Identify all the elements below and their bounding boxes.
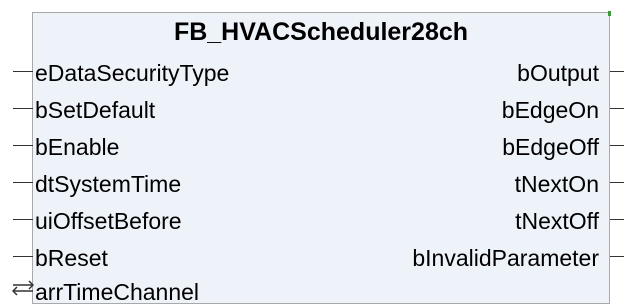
- input-pin-label: bEnable: [35, 134, 120, 160]
- input-pin-line: [13, 256, 33, 257]
- input-pin-line: [13, 145, 33, 146]
- input-pin-label: bReset: [35, 245, 108, 271]
- output-pin-label: bInvalidParameter: [412, 245, 599, 271]
- block-title: FB_HVACScheduler28ch: [173, 18, 469, 46]
- output-pin-label: bEdgeOn: [501, 97, 599, 123]
- output-pin-label: tNextOn: [514, 171, 599, 197]
- input-pin-line: [13, 108, 33, 109]
- output-pin-line: [610, 219, 624, 220]
- input-pin-label: dtSystemTime: [35, 171, 182, 197]
- output-pin-label: bEdgeOff: [502, 134, 599, 160]
- input-pin-label: eDataSecurityType: [35, 60, 230, 86]
- output-pin-line: [610, 145, 624, 146]
- bidirectional-arrow-icon: [12, 280, 34, 296]
- output-pin-line: [610, 182, 624, 183]
- output-pin-line: [610, 256, 624, 257]
- function-block: FB_HVACScheduler28ch eDataSecurityType b…: [32, 11, 611, 305]
- output-pin-label: tNextOff: [515, 208, 599, 234]
- input-pin-label: bSetDefault: [35, 97, 156, 123]
- output-pin-line: [610, 108, 624, 109]
- input-pin-label: uiOffsetBefore: [35, 208, 182, 234]
- output-pin-label: bOutput: [517, 60, 599, 86]
- output-pin-line: [610, 71, 624, 72]
- input-pin-line: [13, 71, 33, 72]
- inout-pin-label: arrTimeChannel: [35, 279, 200, 305]
- input-pin-line: [13, 182, 33, 183]
- input-pin-line: [13, 219, 33, 220]
